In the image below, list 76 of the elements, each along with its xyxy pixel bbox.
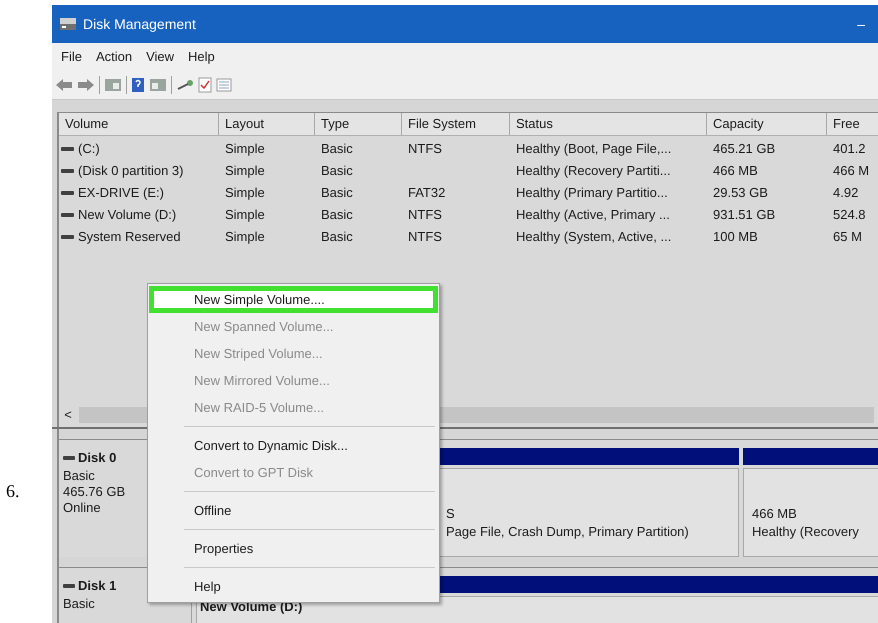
menu-item[interactable]: New Simple Volume....: [149, 286, 438, 313]
table-cell-text: 931.51 GB: [713, 206, 776, 224]
partition-text: Page File, Crash Dump, Primary Partition): [446, 523, 690, 541]
table-cell-text: Simple: [225, 184, 265, 202]
menu-item[interactable]: Help: [181, 46, 222, 66]
window-title: Disk Management: [83, 14, 196, 34]
disk-icon: [59, 16, 77, 32]
table-cell-text: Basic: [321, 206, 353, 224]
table-cell-text: Simple: [225, 162, 265, 180]
table-cell-text: 401.2: [833, 140, 866, 158]
table-cell-text: 466 M: [833, 162, 870, 180]
panel-icon[interactable]: [104, 78, 122, 92]
table-cell-text: 465.21 GB: [713, 140, 776, 158]
table-cell-text: 100 MB: [713, 228, 758, 246]
table-cell-text: 466 MB: [713, 162, 758, 180]
table-cell-text: NTFS: [408, 206, 442, 224]
partition-text: S: [446, 505, 456, 523]
table-cell-text: Basic: [321, 162, 353, 180]
table-cell-text: Basic: [321, 228, 353, 246]
column-header[interactable]: Layout: [219, 113, 315, 135]
table-cell-text: New Volume (D:): [78, 206, 176, 224]
menu-item[interactable]: Properties: [154, 535, 433, 562]
list-icon[interactable]: [216, 78, 232, 92]
menu-item[interactable]: Help: [154, 573, 433, 600]
checklist-icon[interactable]: [198, 76, 212, 92]
menu-item[interactable]: Offline: [154, 497, 433, 524]
scroll-left-button[interactable]: <: [63, 405, 73, 425]
table-cell-text: 65 M: [833, 228, 862, 246]
table-cell-text: (C:): [78, 140, 100, 158]
disk-detail: 465.76 GB: [63, 484, 126, 500]
menu-item[interactable]: File: [54, 46, 89, 66]
column-header[interactable]: Volume: [59, 113, 219, 135]
table-cell-text: Simple: [225, 206, 265, 224]
table-cell-text: Healthy (Recovery Partiti...: [516, 162, 671, 180]
table-cell-text: FAT32: [408, 184, 446, 202]
disk-detail: Basic: [63, 468, 96, 484]
menu-item[interactable]: Convert to Dynamic Disk...: [154, 432, 433, 459]
table-cell-text: Healthy (System, Active, ...: [516, 228, 672, 246]
table-cell-text: 29.53 GB: [713, 184, 768, 202]
volume-icon: [61, 169, 74, 173]
disk-name: Disk 0: [78, 449, 116, 467]
column-header[interactable]: File System: [402, 113, 510, 135]
table-cell-text: (Disk 0 partition 3): [78, 162, 184, 180]
partition-text: Healthy (Recovery: [752, 523, 860, 541]
step-number: 6.: [6, 481, 20, 501]
forward-arrow-icon[interactable]: [77, 78, 95, 92]
disk-detail: Basic: [63, 596, 96, 612]
table-cell-text: 524.8: [833, 206, 866, 224]
menu-item[interactable]: View: [139, 46, 182, 66]
volume-icon: [61, 213, 74, 217]
partition-text: 466 MB: [752, 505, 798, 523]
volume-icon: [61, 147, 74, 151]
column-header[interactable]: Status: [510, 113, 707, 135]
column-header[interactable]: Type: [315, 113, 402, 135]
table-cell-text: Healthy (Primary Partitio...: [516, 184, 668, 202]
disk-detail: Online: [63, 500, 102, 516]
table-cell-text: Healthy (Boot, Page File,...: [516, 140, 672, 158]
table-cell-text: Basic: [321, 184, 353, 202]
table-cell-text: NTFS: [408, 228, 442, 246]
volume-icon: [61, 191, 74, 195]
minimize-button[interactable]: –: [851, 14, 871, 34]
menu-item[interactable]: Action: [88, 46, 140, 66]
table-cell-text: EX-DRIVE (E:): [78, 184, 164, 202]
table-cell-text: Simple: [225, 228, 265, 246]
volume-icon: [61, 235, 74, 239]
table-cell-text: System Reserved: [78, 228, 181, 246]
table-cell-text: Simple: [225, 140, 265, 158]
column-header[interactable]: Free: [827, 113, 878, 135]
disk-name: Disk 1: [78, 577, 116, 595]
table-cell-text: Healthy (Active, Primary ...: [516, 206, 670, 224]
table-cell-text: 4.92: [833, 184, 858, 202]
back-arrow-icon[interactable]: [55, 78, 73, 92]
help-icon[interactable]: [131, 76, 145, 92]
table-cell-text: Basic: [321, 140, 353, 158]
column-header[interactable]: Capacity: [707, 113, 827, 135]
table-cell-text: NTFS: [408, 140, 442, 158]
